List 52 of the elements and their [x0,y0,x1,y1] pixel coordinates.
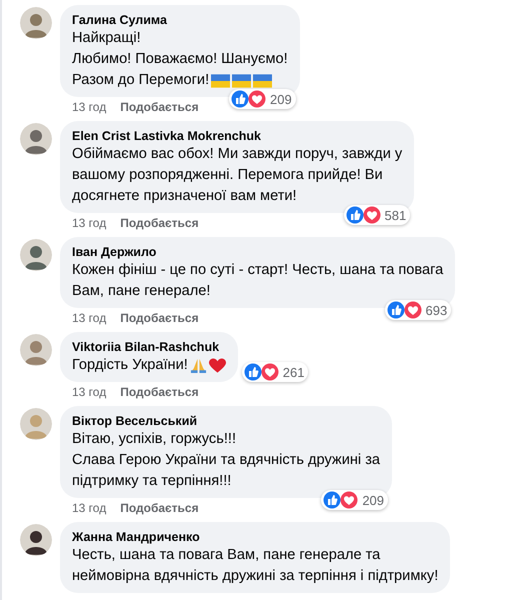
reaction-count: 581 [384,208,406,222]
comment-time[interactable]: 13 год [72,310,106,326]
comment-author[interactable]: Viktoriia Bilan-Rashchuk [72,339,226,355]
comment-author[interactable]: Elen Crist Lastivka Mokrenchuk [72,128,402,144]
flag-icon [211,74,230,88]
reaction-icons [386,301,423,319]
comment-time[interactable]: 13 год [72,384,106,400]
reaction-count: 261 [282,364,304,380]
comment-time[interactable]: 13 год [72,215,106,231]
reaction-icons [346,206,382,224]
heart-icon [208,358,226,374]
flag-icon [253,74,272,88]
like-link[interactable]: Подобається [120,99,199,115]
comment-text: Найкращі! [72,29,141,48]
reaction-summary[interactable]: 209 [228,89,296,109]
reaction-icons [230,90,267,108]
comment-time[interactable]: 13 год [72,500,106,516]
like-link[interactable]: Подобається [120,215,199,231]
comment-text: Любимо! Поважаємо! Шануємо! [72,50,288,69]
reaction-summary[interactable]: 581 [344,205,410,225]
reaction-count: 209 [362,492,384,508]
comment-text: Разом до Перемоги! [72,71,210,90]
reaction-icons [323,491,360,509]
avatar[interactable] [20,524,52,556]
comment-text: Кожен фініш - це по суті - старт! Честь, шана та повага [72,261,444,280]
praying-hands-icon [190,357,207,374]
comment-text: Вам, пане генерале! [72,282,210,301]
comment-author[interactable]: Віктор Весельський [72,413,380,429]
like-link[interactable]: Подобається [120,500,199,516]
comment-text: Вітаю, успіхів, горжусь!!! [72,430,236,449]
flag-icon [232,74,252,88]
comment-text: підтримку та терпіння!!! [72,472,232,491]
avatar[interactable] [20,239,52,271]
comment-author[interactable]: Жанна Мандриченко [72,529,438,545]
reaction-count: 209 [270,92,292,106]
like-link[interactable]: Подобається [120,384,199,400]
comment-text: вашому розпорядженні. Перемога прийде! Ви [72,166,383,185]
comment-text: Честь, шана та повага Вам, пане генерале та [72,546,380,565]
reaction-summary[interactable]: 209 [321,490,388,510]
reaction-summary[interactable]: 261 [242,362,308,382]
reaction-summary[interactable]: 693 [384,300,452,320]
comment-author[interactable]: Іван Держило [72,244,444,260]
comment-text: досягнете призначеної вам мети! [72,187,297,206]
reaction-icons [244,363,280,381]
comment-text: Гордість України! [72,356,188,375]
comment-text: Обіймаємо вас обох! Ми завжди поруч, завжди у [72,145,402,164]
comment-text: неймовірна вдячність дружині за терпіння і підтримку! [72,567,438,586]
comment-text: Слава Герою України та вдячність дружині за [72,451,380,470]
comment-time[interactable]: 13 год [72,99,106,115]
comment-author[interactable]: Галина Сулима [72,12,288,28]
reaction-count: 693 [426,302,448,318]
like-link[interactable]: Подобається [120,310,199,326]
